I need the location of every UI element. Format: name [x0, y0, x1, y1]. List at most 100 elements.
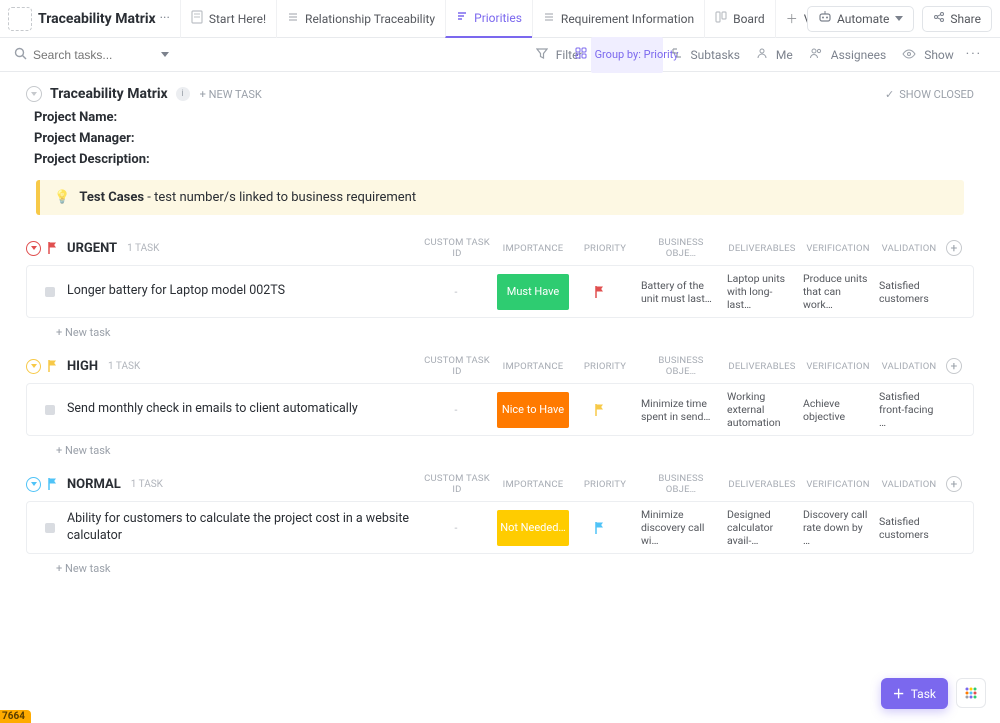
cell-importance[interactable]: Nice to Have	[497, 392, 569, 428]
cell-validation[interactable]: Satisfied customers	[879, 515, 937, 541]
view-tab-requirement-info[interactable]: Requirement Information	[532, 0, 704, 38]
subtasks-button[interactable]: Subtasks	[663, 43, 748, 66]
add-column-icon[interactable]: +	[946, 358, 962, 374]
chevron-down-icon[interactable]	[161, 52, 169, 57]
col-business-obj[interactable]: BUSINESS OBJE…	[642, 237, 720, 259]
task-name[interactable]: Ability for customers to calculate the p…	[67, 511, 423, 545]
task-row[interactable]: Longer battery for Laptop model 002TS-Mu…	[26, 265, 974, 318]
subtasks-label: Subtasks	[691, 48, 740, 62]
list-more-icon[interactable]: ···	[160, 11, 170, 26]
group-by-button[interactable]: Group by: Priority	[591, 37, 663, 73]
col-deliverables[interactable]: DELIVERABLES	[728, 479, 796, 490]
cell-custom-id[interactable]: -	[423, 403, 489, 416]
assignees-button[interactable]: Assignees	[801, 43, 894, 66]
task-count: 1 TASK	[131, 479, 163, 490]
cell-verification[interactable]: Discovery call rate down by …	[803, 508, 871, 547]
col-business-obj[interactable]: BUSINESS OBJE…	[642, 473, 720, 495]
task-row[interactable]: Ability for customers to calculate the p…	[26, 501, 974, 554]
callout-test-cases: 💡 Test Cases - test number/s linked to b…	[36, 180, 964, 215]
cell-verification[interactable]: Achieve objective	[803, 397, 871, 423]
status-box[interactable]	[45, 523, 55, 533]
col-verification[interactable]: VERIFICATION	[804, 479, 872, 490]
col-priority[interactable]: PRIORITY	[576, 243, 634, 254]
cell-verification[interactable]: Produce units that can work…	[803, 272, 871, 311]
view-tab-priorities[interactable]: Priorities	[445, 0, 532, 38]
group-high: HIGH1 TASKCUSTOM TASK IDIMPORTANCEPRIORI…	[26, 355, 974, 457]
new-task-row[interactable]: + New task	[26, 438, 974, 457]
cell-priority-flag-icon[interactable]	[575, 285, 625, 299]
group-name[interactable]: NORMAL	[67, 477, 121, 492]
new-task-row[interactable]: + New task	[26, 320, 974, 339]
col-deliverables[interactable]: DELIVERABLES	[728, 361, 796, 372]
col-verification[interactable]: VERIFICATION	[804, 243, 872, 254]
cell-business-obj[interactable]: Minimize discovery call wi…	[641, 508, 719, 547]
list-icon[interactable]	[8, 7, 32, 31]
task-row[interactable]: Send monthly check in emails to client a…	[26, 383, 974, 436]
col-validation[interactable]: VALIDATION	[880, 243, 938, 254]
cell-business-obj[interactable]: Battery of the unit must last…	[641, 279, 719, 305]
cell-deliverables[interactable]: Laptop units with long-last…	[727, 272, 795, 311]
search-wrap[interactable]	[14, 47, 169, 63]
cell-deliverables[interactable]: Working external automation	[727, 390, 795, 429]
me-button[interactable]: Me	[748, 43, 801, 66]
share-label: Share	[950, 12, 981, 26]
show-closed-toggle[interactable]: ✓ SHOW CLOSED	[885, 88, 974, 101]
info-icon[interactable]: i	[176, 87, 190, 101]
col-priority[interactable]: PRIORITY	[576, 479, 634, 490]
group-name[interactable]: HIGH	[67, 359, 98, 374]
search-input[interactable]	[33, 48, 143, 62]
filter-icon	[536, 47, 552, 62]
status-box[interactable]	[45, 287, 55, 297]
cell-custom-id[interactable]: -	[423, 521, 489, 534]
status-box[interactable]	[45, 405, 55, 415]
toolbar-more-icon[interactable]: ···	[962, 47, 986, 62]
view-tab-add-view[interactable]: ＋ View	[775, 0, 807, 38]
view-tab-board[interactable]: Board	[704, 0, 775, 38]
priority-flag-icon	[47, 359, 59, 373]
corner-badge: 7664	[0, 710, 31, 723]
cell-validation[interactable]: Satisfied front-facing …	[879, 390, 937, 429]
collapse-all-icon[interactable]	[26, 86, 42, 102]
cell-importance[interactable]: Not Needed…	[497, 510, 569, 546]
cell-validation[interactable]: Satisfied customers	[879, 279, 937, 305]
group-name[interactable]: URGENT	[67, 241, 117, 256]
cell-priority-flag-icon[interactable]	[575, 521, 625, 535]
group-collapse-icon[interactable]	[26, 477, 41, 492]
robot-icon	[818, 11, 832, 26]
view-tab-start-here[interactable]: Start Here!	[180, 0, 276, 38]
col-validation[interactable]: VALIDATION	[880, 361, 938, 372]
col-custom-id[interactable]: CUSTOM TASK ID	[424, 237, 490, 259]
col-priority[interactable]: PRIORITY	[576, 361, 634, 372]
apps-fab[interactable]	[956, 678, 986, 708]
group-collapse-icon[interactable]	[26, 359, 41, 374]
task-name[interactable]: Longer battery for Laptop model 002TS	[67, 283, 423, 300]
col-custom-id[interactable]: CUSTOM TASK ID	[424, 473, 490, 495]
show-button[interactable]: Show	[894, 44, 962, 66]
col-custom-id[interactable]: CUSTOM TASK ID	[424, 355, 490, 377]
cell-priority-flag-icon[interactable]	[575, 403, 625, 417]
cell-deliverables[interactable]: Designed calculator avail-…	[727, 508, 795, 547]
list-title[interactable]: Traceability Matrix	[38, 11, 156, 27]
share-button[interactable]: Share	[922, 6, 992, 32]
cell-custom-id[interactable]: -	[423, 285, 489, 298]
col-importance[interactable]: IMPORTANCE	[498, 361, 568, 372]
add-column-icon[interactable]: +	[946, 476, 962, 492]
new-task-fab[interactable]: ＋ Task	[881, 678, 948, 709]
task-name[interactable]: Send monthly check in emails to client a…	[67, 401, 423, 418]
col-verification[interactable]: VERIFICATION	[804, 361, 872, 372]
col-importance[interactable]: IMPORTANCE	[498, 479, 568, 490]
group-collapse-icon[interactable]	[26, 241, 41, 256]
project-fields: Project Name: Project Manager: Project D…	[34, 108, 974, 170]
cell-business-obj[interactable]: Minimize time spent in send…	[641, 397, 719, 423]
col-business-obj[interactable]: BUSINESS OBJE…	[642, 355, 720, 377]
col-validation[interactable]: VALIDATION	[880, 479, 938, 490]
view-tab-relationship[interactable]: Relationship Traceability	[276, 0, 445, 38]
new-task-row[interactable]: + New task	[26, 556, 974, 575]
automate-button[interactable]: Automate	[807, 6, 914, 32]
col-deliverables[interactable]: DELIVERABLES	[728, 243, 796, 254]
col-importance[interactable]: IMPORTANCE	[498, 243, 568, 254]
cell-importance[interactable]: Must Have	[497, 274, 569, 310]
task-cells: -Must Have Battery of the unit must last……	[423, 272, 973, 311]
new-task-link[interactable]: + NEW TASK	[200, 88, 262, 101]
add-column-icon[interactable]: +	[946, 240, 962, 256]
